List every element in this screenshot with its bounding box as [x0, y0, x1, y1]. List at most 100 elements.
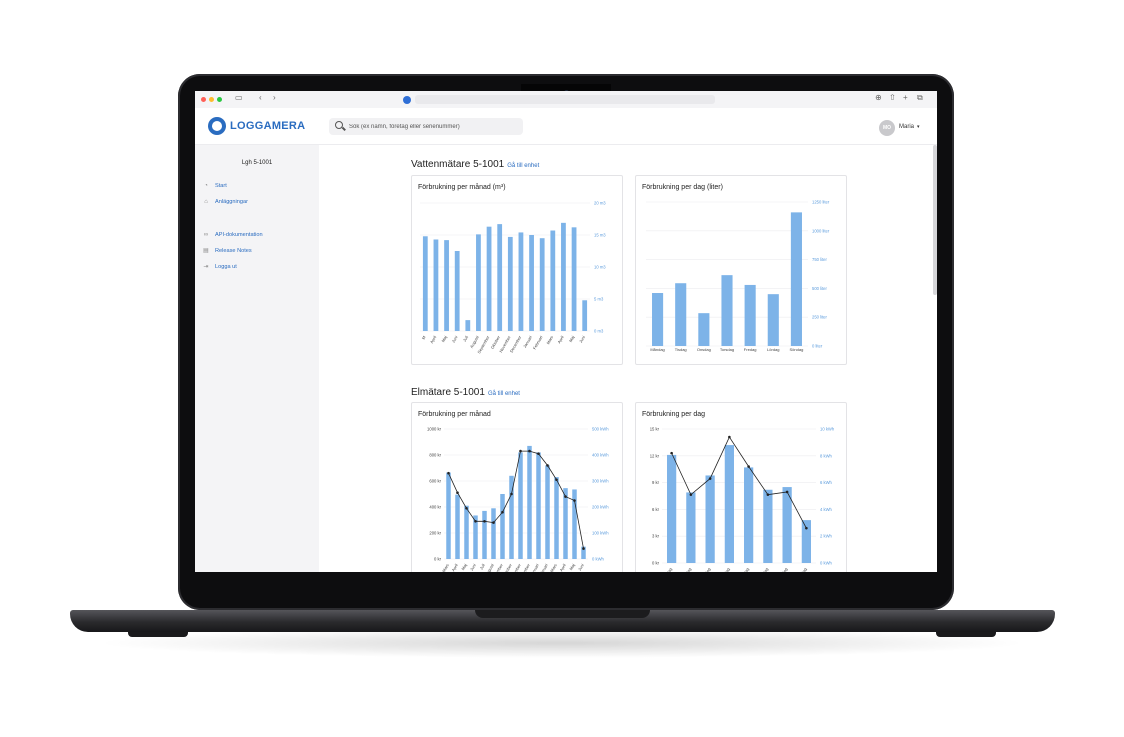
download-icon[interactable]: ⊕ [875, 93, 882, 102]
section-title: Vattenmätare 5-1001 [411, 159, 505, 170]
forward-icon[interactable]: › [273, 93, 276, 102]
x-tick-label: Mars [549, 563, 558, 572]
avatar[interactable]: MO [879, 120, 895, 136]
chart-bar [744, 467, 754, 563]
section-water-meter: Vattenmätare 5-1001 Gå till enhet [411, 159, 539, 170]
search-icon [335, 121, 343, 129]
chart-bar [422, 236, 428, 331]
scrollbar[interactable] [933, 145, 937, 295]
chart-card-electricity-month: Förbrukning per månad 500 kWh 1000 kr 400 … [411, 402, 623, 572]
x-tick-label: Februari [537, 563, 549, 572]
y-tick-label-left: 9 kr [652, 480, 660, 485]
chart-bar [444, 240, 449, 331]
electricity-month-chart: 500 kWh 1000 kr 400 kWh 800 kr 300 kWh 600 kr… [427, 427, 609, 573]
chart-point [519, 449, 522, 453]
y-tick-label-left: 1000 kr [427, 427, 442, 432]
x-tick-label: Augusti [484, 563, 495, 572]
y-tick-label-right: 250 liter [812, 315, 828, 320]
chart-point [465, 507, 468, 510]
chart-point [582, 547, 585, 550]
minimize-window-icon[interactable] [209, 97, 214, 102]
x-tick-label: dag [800, 567, 808, 572]
chart-bar [476, 234, 481, 331]
goto-device-link[interactable]: Gå till enhet [507, 163, 539, 169]
sidebar-item-anlaggningar[interactable]: ⌂ Anläggningar [203, 197, 248, 207]
y-tick-label-left: 6 kr [652, 507, 660, 512]
chart-bar [763, 489, 773, 563]
browser-window: ▭ ‹ › ⊕ ⇧ + ⧉ LOGGAMERA MO Maria ▾ Lgh 5… [195, 91, 937, 572]
address-bar[interactable] [415, 95, 715, 104]
y-tick-label-right: 0 m3 [594, 329, 604, 334]
y-tick-label-right: 6 kWh [820, 480, 833, 485]
sidebar-item-label: Release Notes [215, 248, 252, 254]
y-tick-label-left: 0 kr [652, 561, 660, 566]
chart-bar [529, 235, 534, 331]
search-box[interactable] [329, 118, 523, 135]
home-icon: ◔ [204, 183, 208, 189]
chart-bar [724, 445, 734, 563]
x-tick-label: Juli [462, 335, 469, 343]
sidebar-icon[interactable]: ▭ [235, 93, 243, 102]
chart-bar [545, 465, 550, 559]
x-tick-label: Februari [532, 335, 544, 350]
y-tick-label-left: 0 kr [434, 557, 442, 562]
chart-bar [518, 232, 524, 331]
share-icon[interactable]: ⇧ [889, 93, 896, 102]
sidebar-item-label: Start [215, 183, 227, 189]
user-name[interactable]: Maria [899, 124, 914, 130]
chart-card-water-day: Förbrukning per dag (liter) 1250 liter 10… [635, 175, 847, 365]
maximize-window-icon[interactable] [217, 97, 222, 102]
chart-bar [667, 454, 677, 563]
chart-point [728, 435, 731, 439]
chevron-down-icon[interactable]: ▾ [917, 124, 920, 130]
x-tick-label: Maj [568, 563, 576, 571]
y-tick-label-right: 750 liter [812, 257, 828, 262]
chart-point [670, 451, 673, 455]
y-tick-label-right: 0 liter [812, 344, 823, 349]
sidebar-item-release-notes[interactable]: ▤ Release Notes [203, 246, 252, 256]
chart-bar [486, 226, 492, 331]
logo-text[interactable]: LOGGAMERA [230, 120, 305, 132]
chart-bar [491, 508, 496, 559]
base-opening-notch [475, 610, 650, 618]
y-tick-label-right: 1250 liter [812, 200, 830, 205]
chart-point [747, 465, 750, 468]
chart-bar [482, 510, 487, 559]
chart-bar [686, 492, 696, 563]
x-tick-label: dag [723, 567, 731, 572]
goto-device-link[interactable]: Gå till enhet [488, 391, 520, 397]
close-window-icon[interactable] [201, 97, 206, 102]
y-tick-label-right: 10 kWh [820, 427, 835, 432]
sidebar-item-api-dokumentation[interactable]: ∞ API-dokumentation [203, 230, 263, 240]
sidebar-item-logga-ut[interactable]: ⇥ Logga ut [203, 262, 236, 272]
chart-bar [497, 224, 503, 331]
search-input[interactable] [349, 120, 517, 133]
x-tick-label: Tisdag [675, 347, 687, 352]
y-tick-label-right: 300 kWh [592, 479, 609, 484]
x-tick-label: M [421, 335, 427, 340]
laptop-shadow [95, 628, 1029, 658]
y-tick-label-right: 1000 liter [812, 228, 830, 233]
y-tick-label-right: 10 m3 [594, 265, 606, 270]
y-tick-label-left: 800 kr [429, 453, 441, 458]
laptop-foot [128, 632, 188, 637]
back-icon[interactable]: ‹ [259, 93, 262, 102]
chart-bar [433, 239, 439, 331]
chart-bar [652, 293, 664, 346]
sidebar-item-start[interactable]: ◔ Start [203, 181, 227, 191]
chart-bar [454, 251, 460, 331]
browser-toolbar: ▭ ‹ › ⊕ ⇧ + ⧉ [195, 91, 937, 109]
shield-icon [403, 96, 411, 104]
x-tick-label: Måndag [650, 347, 664, 352]
chart-point [456, 491, 459, 494]
y-tick-label-right: 20 m3 [594, 201, 606, 206]
chart-card-electricity-day: Förbrukning per dag 10 kWh 15 kr 8 kWh 12 k… [635, 402, 847, 572]
new-tab-icon[interactable]: + [903, 93, 908, 102]
x-tick-label: Juni [469, 563, 477, 572]
chart-point [573, 499, 576, 502]
sidebar-item-label: API-dokumentation [215, 232, 263, 238]
loggamera-logo-icon[interactable] [208, 117, 226, 135]
section-electricity-meter: Elmätare 5-1001 Gå till enhet [411, 387, 520, 398]
tabs-icon[interactable]: ⧉ [917, 93, 923, 103]
chart-point [501, 510, 504, 514]
